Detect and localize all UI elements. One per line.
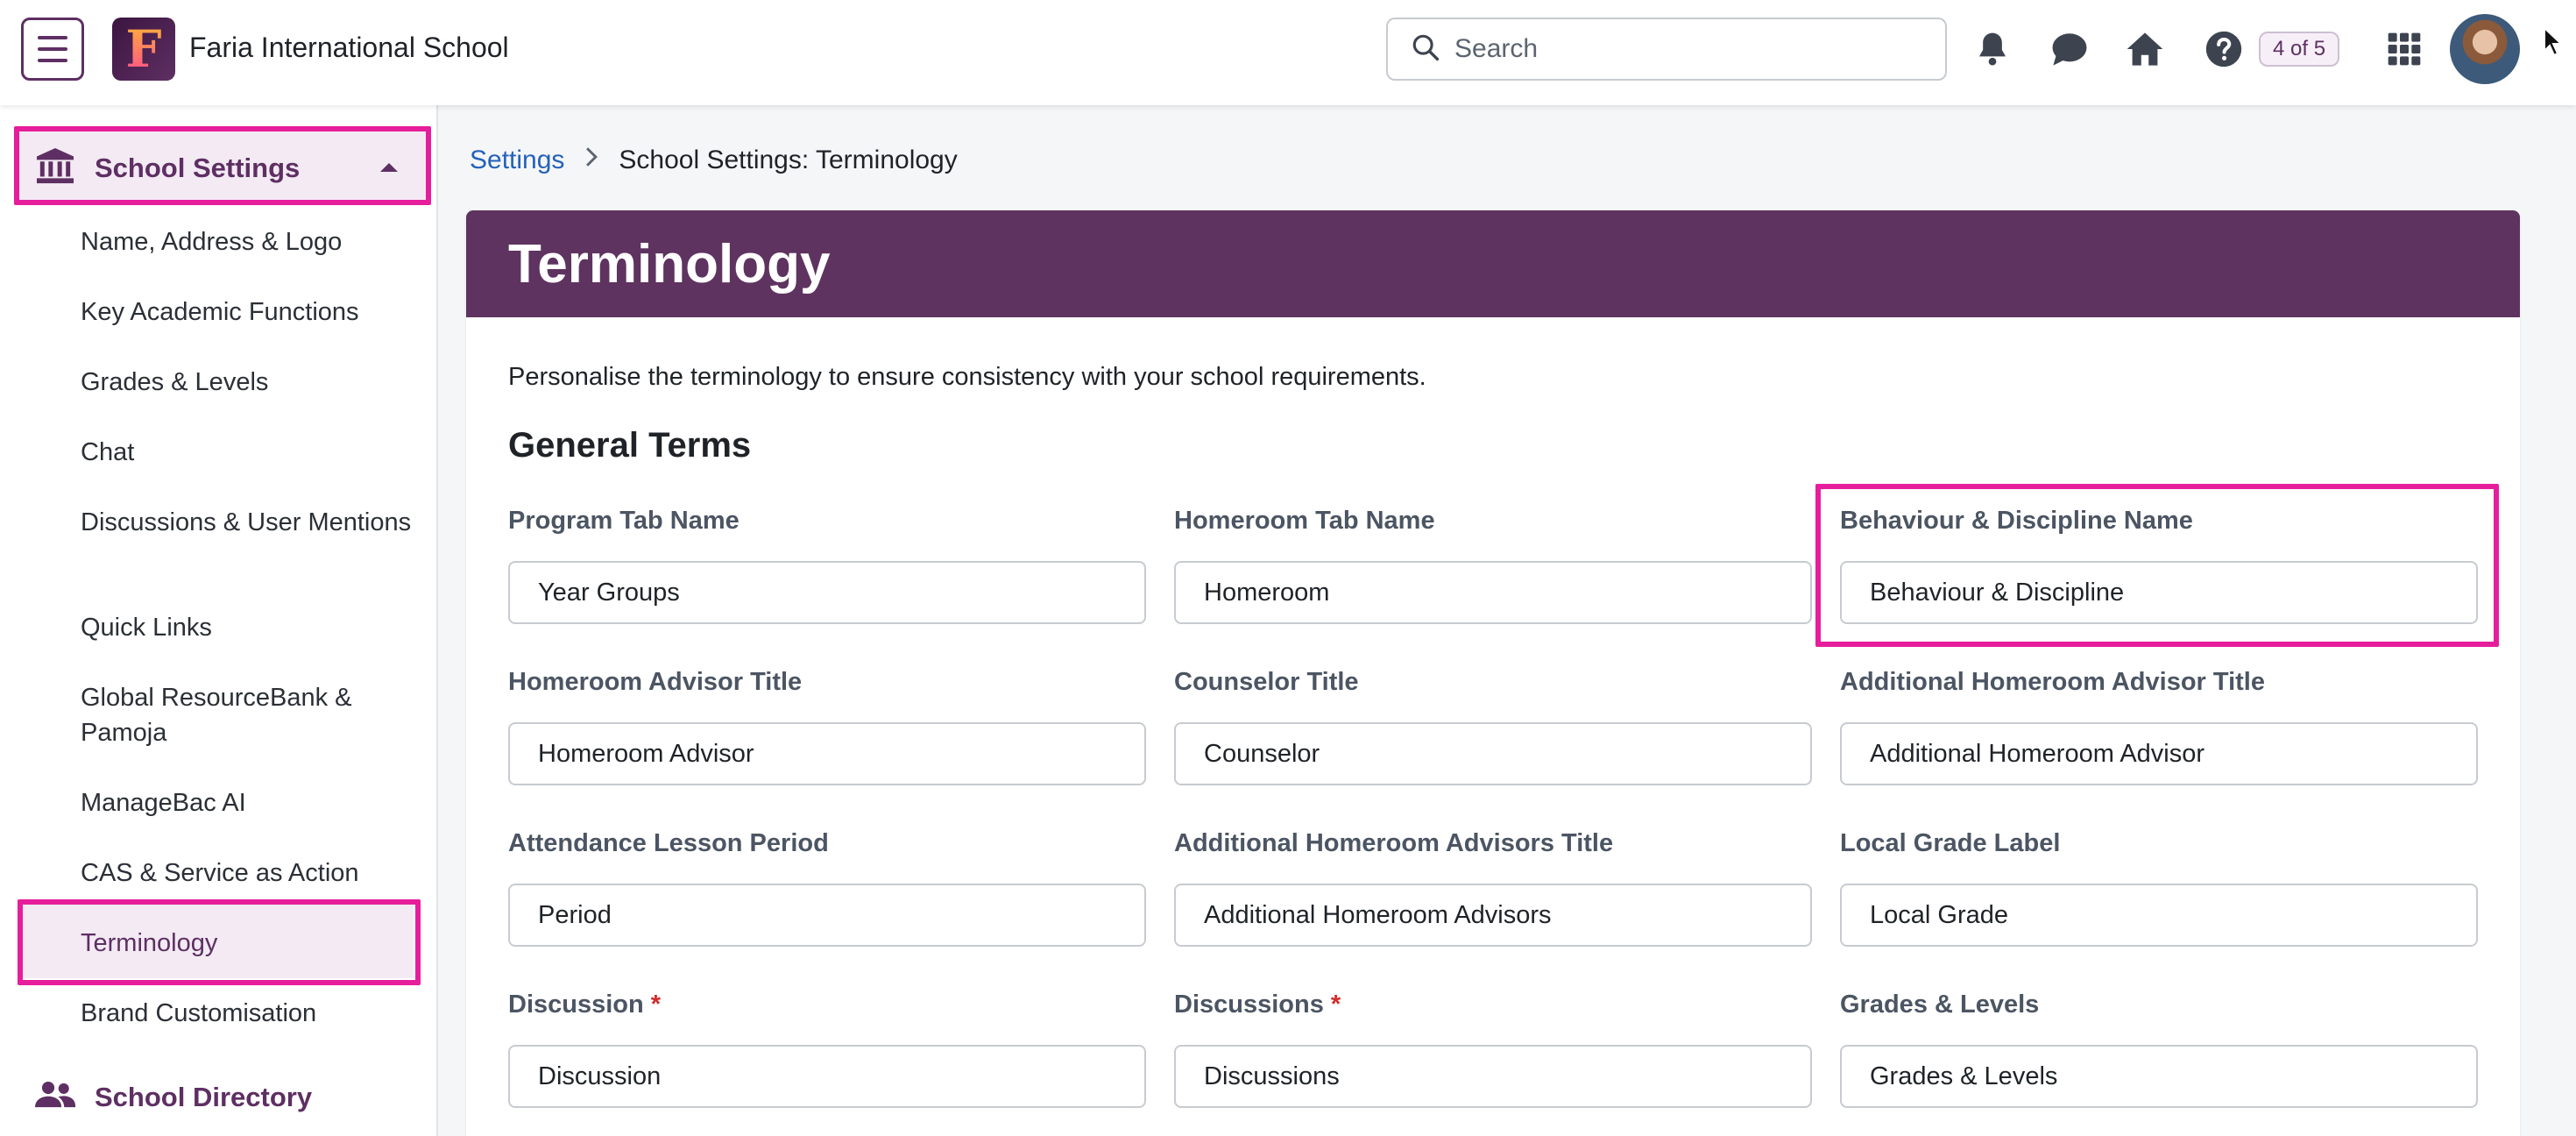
search-box[interactable]: [1386, 18, 1947, 81]
field-discussion: Discussion *: [508, 987, 1146, 1108]
chevron-right-icon: [584, 146, 599, 175]
breadcrumb: Settings School Settings: Terminology: [470, 146, 958, 175]
logo-letter: F: [125, 19, 162, 79]
field-label: Attendance Lesson Period: [508, 829, 829, 857]
sidebar-section-school-directory[interactable]: School Directory: [35, 1080, 312, 1114]
sidebar-item-cas-service-action[interactable]: CAS & Service as Action: [81, 856, 414, 891]
chat-bubble-icon[interactable]: [2047, 25, 2092, 74]
bell-icon[interactable]: [1970, 25, 2015, 74]
field-homeroom-advisor-title: Homeroom Advisor Title: [508, 664, 1146, 785]
sidebar-item-name-address-logo[interactable]: Name, Address & Logo: [81, 224, 414, 259]
page-intro: Personalise the terminology to ensure co…: [508, 363, 1426, 391]
hamburger-menu-icon[interactable]: [21, 18, 84, 81]
sidebar-item-chat[interactable]: Chat: [81, 435, 414, 470]
homeroom-advisor-title-input[interactable]: [508, 722, 1146, 785]
field-label-text: Discussions: [1174, 990, 1324, 1019]
school-logo[interactable]: F: [112, 18, 175, 81]
required-marker: *: [650, 990, 662, 1019]
top-bar: F Faria International School 4 of 5: [0, 0, 2576, 105]
field-additional-homeroom-advisor-title: Additional Homeroom Advisor Title: [1840, 664, 2478, 785]
sidebar-item-global-resourcebank-pamoja[interactable]: Global ResourceBank & Pamoja: [81, 680, 414, 750]
school-name[interactable]: Faria International School: [189, 32, 509, 64]
field-attendance-lesson-period: Attendance Lesson Period: [508, 826, 1146, 947]
sidebar-item-quick-links[interactable]: Quick Links: [81, 610, 414, 645]
attendance-lesson-period-input[interactable]: [508, 884, 1146, 947]
user-avatar[interactable]: [2450, 14, 2520, 84]
grades-levels-input[interactable]: [1840, 1045, 2478, 1108]
program-tab-name-input[interactable]: [508, 561, 1146, 624]
field-label: Additional Homeroom Advisors Title: [1174, 829, 1614, 857]
field-label: Homeroom Tab Name: [1174, 507, 1435, 535]
required-marker: *: [1330, 990, 1341, 1019]
sidebar-item-managebac-ai[interactable]: ManageBac AI: [81, 785, 414, 820]
counselor-title-input[interactable]: [1174, 722, 1812, 785]
field-additional-homeroom-advisors-title: Additional Homeroom Advisors Title: [1174, 826, 1812, 947]
field-behaviour-discipline-name: Behaviour & Discipline Name: [1840, 503, 2478, 624]
breadcrumb-current: School Settings: Terminology: [619, 146, 958, 174]
behaviour-discipline-name-input[interactable]: [1840, 561, 2478, 624]
sidebar-item-brand-customisation[interactable]: Brand Customisation: [81, 996, 414, 1031]
highlight-box-terminology: [18, 899, 421, 985]
pager-badge[interactable]: 4 of 5: [2259, 32, 2340, 67]
additional-homeroom-advisors-title-input[interactable]: [1174, 884, 1812, 947]
field-label: Local Grade Label: [1840, 829, 2061, 857]
search-input[interactable]: [1454, 34, 1910, 64]
home-icon[interactable]: [2122, 25, 2168, 74]
card-header: Terminology: [466, 210, 2520, 317]
section-title-general-terms: General Terms: [508, 426, 752, 465]
page-title: Terminology: [508, 233, 831, 295]
sidebar-item-discussions-user-mentions[interactable]: Discussions & User Mentions: [81, 505, 414, 540]
field-label: Homeroom Advisor Title: [508, 668, 803, 696]
field-label-text: Discussion: [508, 990, 644, 1019]
homeroom-tab-name-input[interactable]: [1174, 561, 1812, 624]
field-label: Additional Homeroom Advisor Title: [1840, 668, 2265, 696]
field-label: Discussion *: [508, 987, 1146, 1022]
field-homeroom-tab-name: Homeroom Tab Name: [1174, 503, 1812, 624]
apps-grid-icon[interactable]: [2381, 25, 2427, 74]
field-label: Grades & Levels: [1840, 990, 2040, 1019]
terminology-card: Terminology Personalise the terminology …: [466, 210, 2520, 1136]
field-grades-levels: Grades & Levels: [1840, 987, 2478, 1108]
sidebar-item-key-academic-functions[interactable]: Key Academic Functions: [81, 295, 414, 330]
field-label: Program Tab Name: [508, 507, 740, 535]
discussions-input[interactable]: [1174, 1045, 1812, 1108]
sidebar-item-grades-levels[interactable]: Grades & Levels: [81, 365, 414, 400]
additional-homeroom-advisor-title-input[interactable]: [1840, 722, 2478, 785]
people-icon: [35, 1080, 75, 1114]
highlight-box-school-settings: [14, 126, 431, 205]
breadcrumb-settings-link[interactable]: Settings: [470, 146, 564, 175]
field-local-grade-label: Local Grade Label: [1840, 826, 2478, 947]
mouse-cursor-icon: [2543, 25, 2564, 62]
search-icon: [1411, 32, 1440, 67]
field-counselor-title: Counselor Title: [1174, 664, 1812, 785]
field-label: Discussions *: [1174, 987, 1812, 1022]
field-label: Behaviour & Discipline Name: [1840, 507, 2193, 535]
sidebar-directory-label: School Directory: [95, 1081, 313, 1112]
local-grade-label-input[interactable]: [1840, 884, 2478, 947]
field-discussions: Discussions *: [1174, 987, 1812, 1108]
help-icon[interactable]: [2201, 25, 2247, 74]
discussion-input[interactable]: [508, 1045, 1146, 1108]
field-program-tab-name: Program Tab Name: [508, 503, 1146, 624]
field-label: Counselor Title: [1174, 668, 1359, 696]
